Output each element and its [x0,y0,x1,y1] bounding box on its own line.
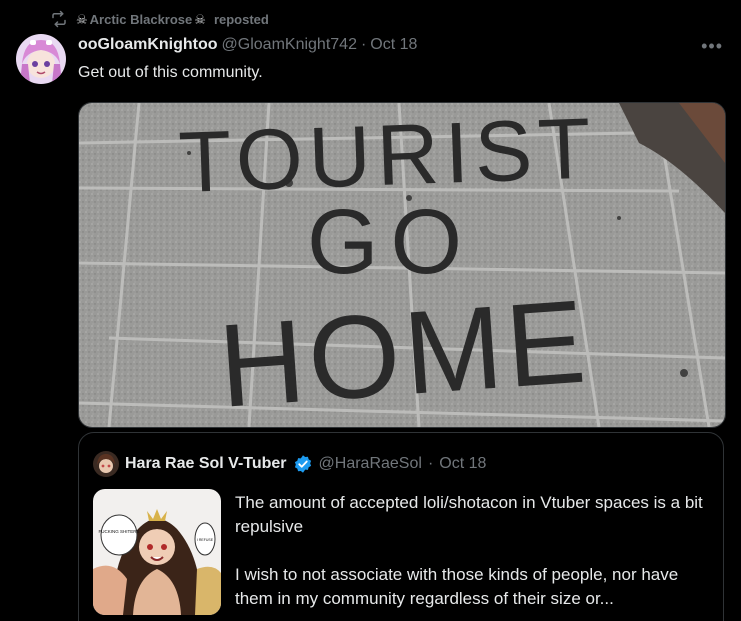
graffiti-line-3: HOME [215,275,593,427]
repost-context[interactable]: ☠ Arctic Blackrose ☠ reposted [50,8,269,30]
tweet-text: Get out of this community. [78,64,263,81]
repost-suffix: reposted [213,11,269,27]
quote-handle[interactable]: @HaraRaeSol [319,455,422,473]
quote-text: The amount of accepted loli/shotacon in … [235,491,715,621]
quote-avatar[interactable] [93,451,119,477]
graffiti-line-2: GO [307,191,474,293]
handle[interactable]: @GloamKnight742 [222,36,357,54]
verified-badge-icon [293,454,313,474]
quoted-tweet[interactable]: Hara Rae Sol V-Tuber @HaraRaeSol · Oct 1… [78,432,724,621]
quote-paragraph-1: The amount of accepted loli/shotacon in … [235,493,703,536]
reposter-name[interactable]: ☠ Arctic Blackrose ☠ [76,12,206,27]
quote-display-name[interactable]: Hara Rae Sol V-Tuber [125,455,287,473]
separator: · [360,36,367,53]
tweet[interactable]: ☠ Arctic Blackrose ☠ reposted ooGloamKni… [0,0,741,621]
quote-header: Hara Rae Sol V-Tuber @HaraRaeSol · Oct 1… [93,451,486,477]
thumb-bubble-text-1: FUCKING SHITERS [98,529,139,534]
more-options-icon[interactable]: ••• [701,36,723,57]
skull-icon: ☠ [194,11,206,27]
tweet-header: ooGloamKnightoo @GloamKnight742 · Oct 18 [78,36,417,54]
quote-timestamp[interactable]: Oct 18 [439,455,486,473]
quote-thumbnail[interactable]: FUCKING SHITERS I REFUSE [93,489,221,615]
tweet-media-image[interactable]: TOURIST GO HOME [78,102,726,428]
quote-separator: · [427,455,434,472]
avatar[interactable] [16,34,66,84]
thumb-bubble-text-2: I REFUSE [197,538,214,542]
repost-icon [50,10,68,28]
quote-paragraph-2: I wish to not associate with those kinds… [235,565,679,608]
display-name[interactable]: ooGloamKnightoo [78,36,218,54]
skull-icon: ☠ [76,11,88,27]
reposter-name-text[interactable]: Arctic Blackrose [90,12,193,27]
timestamp[interactable]: Oct 18 [370,36,417,54]
